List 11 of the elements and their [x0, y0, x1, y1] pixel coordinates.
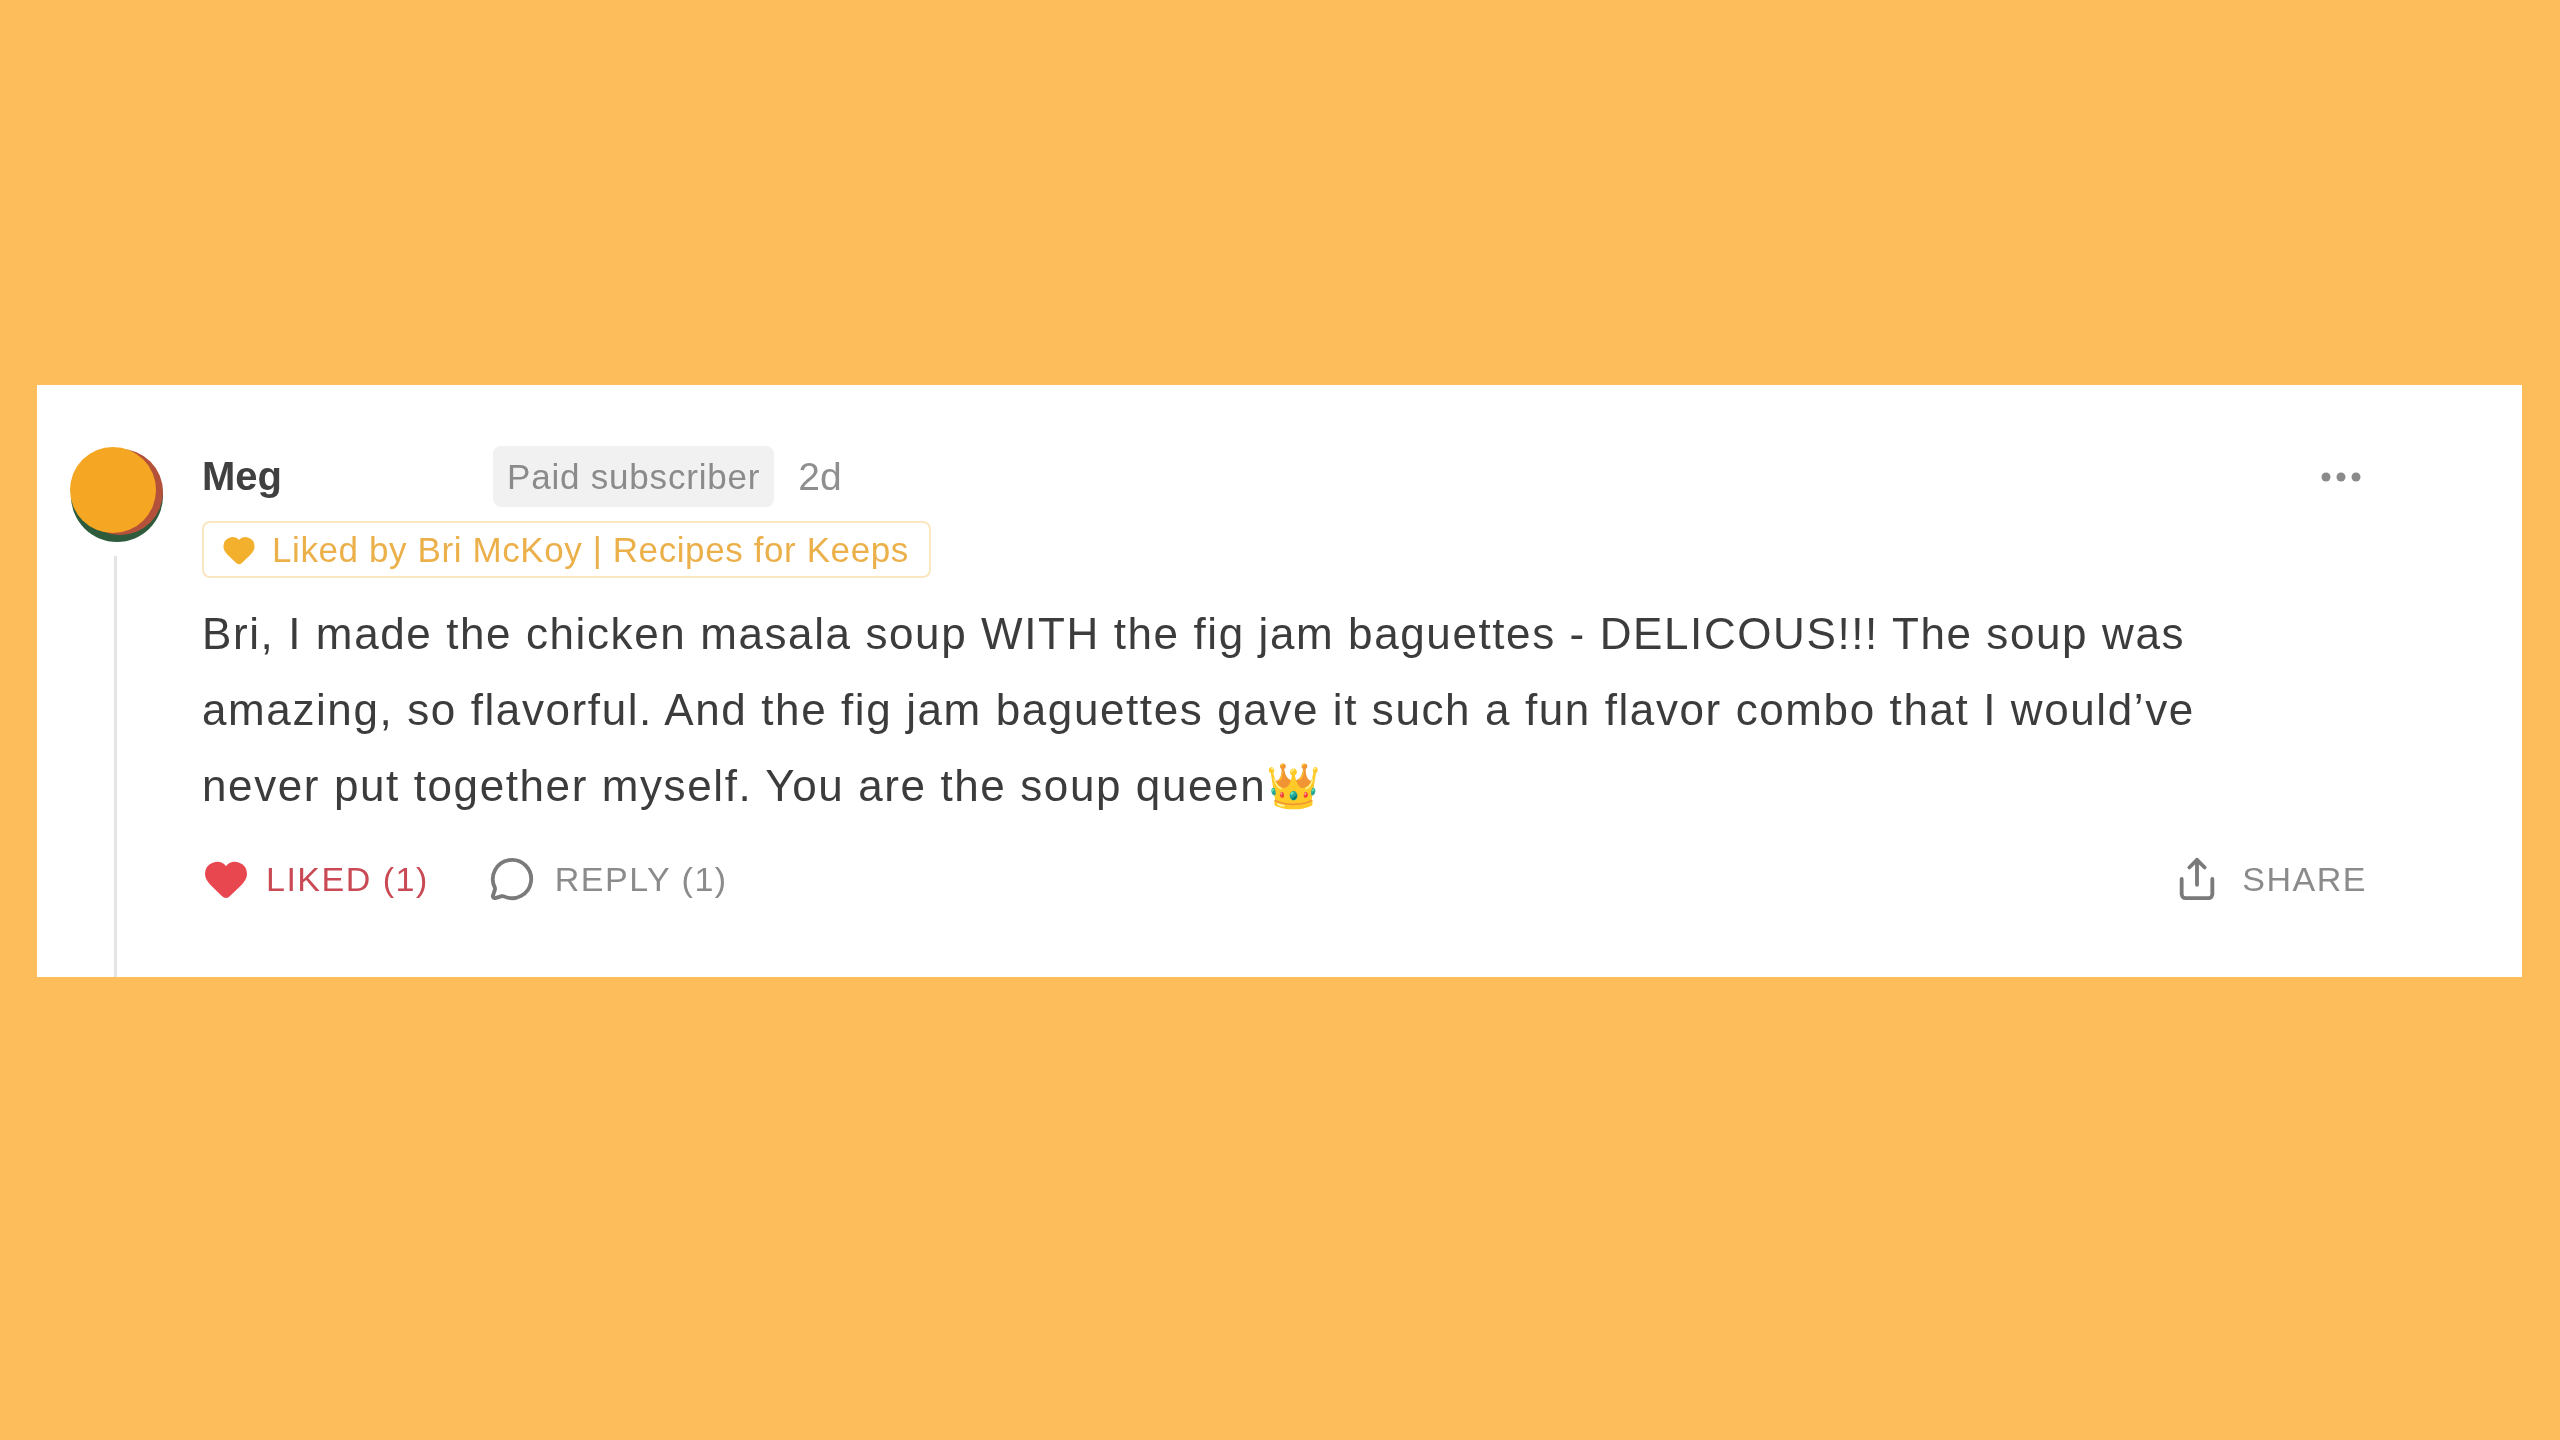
- liked-by-text: Liked by Bri McKoy | Recipes for Keeps: [272, 529, 909, 570]
- speech-bubble-icon: [488, 856, 535, 902]
- more-icon: [2321, 471, 2361, 482]
- reply-button[interactable]: REPLY (1): [488, 856, 728, 902]
- more-button[interactable]: [2321, 471, 2361, 482]
- like-button[interactable]: LIKED (1): [202, 855, 429, 903]
- subscriber-badge: Paid subscriber: [493, 446, 775, 507]
- share-button[interactable]: SHARE: [2174, 856, 2367, 902]
- timestamp: 2d: [798, 454, 842, 499]
- comment-text: Bri, I made the chicken masala soup WITH the fig jam baguettes - DELICOUS!!! The soup was amazing, so flavorful. And the fig jam baguettes gave it such a fun flavor combo that I would’ve never put together myself. You are the soup queen👑: [202, 608, 2196, 812]
- author-name[interactable]: Meg: [202, 454, 282, 499]
